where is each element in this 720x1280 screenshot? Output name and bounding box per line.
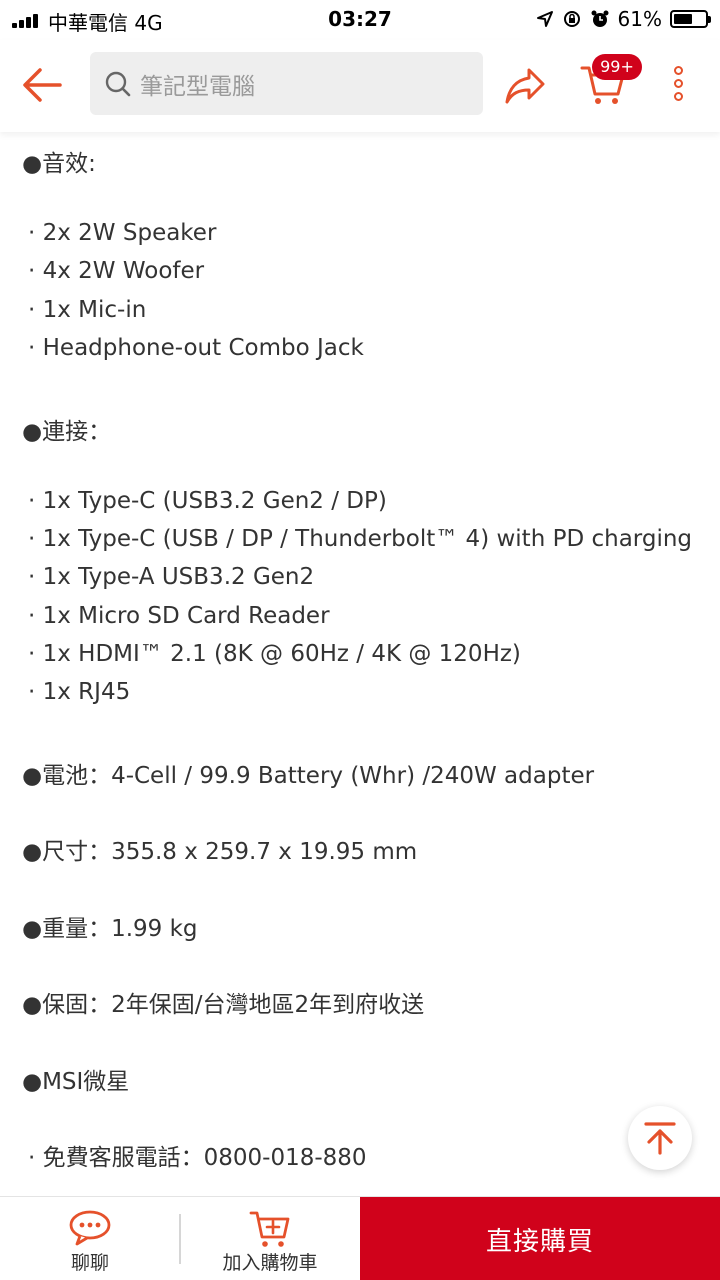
spec-item: · 4x 2W Woofer [28,258,205,284]
spec-item: · 1x Type-A USB3.2 Gen2 [28,564,315,590]
search-icon [105,71,131,96]
buy-now-button[interactable]: 直接購買 [360,1197,720,1280]
add-to-cart-button[interactable]: 加入購物車 [200,1197,340,1280]
more-icon [666,66,690,101]
spec-heading-dimensions: ●尺寸：355.8 x 259.7 x 19.95 mm [22,839,418,865]
chat-icon [69,1210,111,1246]
spec-item: · 1x RJ45 [28,679,131,705]
add-to-cart-label: 加入購物車 [222,1252,318,1274]
chat-label: 聊聊 [70,1252,109,1274]
rotation-lock-icon [563,11,580,27]
share-icon [505,68,545,104]
spec-item: · 1x Type-C (USB3.2 Gen2 / DP) [28,488,387,514]
spec-item: · 1x Micro SD Card Reader [28,603,330,629]
spec-heading-warranty: ●保固：2年保固/台灣地區2年到府收送 [22,992,425,1018]
more-options-button[interactable] [666,66,690,106]
top-navigation: 筆記型電腦 99+ [0,40,720,132]
spec-heading-brand: ●MSI微星 [22,1069,130,1095]
location-icon [536,11,553,27]
spec-item: · 1x HDMI™ 2.1 (8K @ 60Hz / 4K @ 120Hz) [28,641,521,667]
product-spec-content: ●音效: · 2x 2W Speaker · 4x 2W Woofer · 1x… [0,132,720,1196]
battery-level [674,14,693,24]
status-right-group: 61% [536,7,711,31]
spec-item: · 1x Type-C (USB / DP / Thunderbolt™ 4) … [28,526,693,552]
chat-button[interactable]: 聊聊 [40,1197,140,1280]
alarm-icon [591,10,609,27]
spec-item: · 1x Mic-in [28,297,147,323]
spec-item: · 2x 2W Speaker [28,220,217,246]
spec-item: · Headphone-out Combo Jack [28,335,364,361]
share-button[interactable] [503,64,547,108]
back-arrow-icon [23,68,62,102]
cart-count-badge: 99+ [592,54,642,80]
bottom-action-bar: 聊聊 加入購物車 直接購買 [0,1196,720,1280]
spec-heading-battery: ●電池：4-Cell / 99.9 Battery (Whr) /240W ad… [22,763,595,789]
spec-heading-weight: ●重量：1.99 kg [22,916,198,942]
add-cart-icon [249,1211,290,1247]
battery-percent: 61% [617,7,662,31]
search-placeholder: 筆記型電腦 [140,73,255,100]
back-to-top-button[interactable] [628,1106,692,1170]
spec-heading-connectivity: ●連接： [22,419,112,445]
back-button[interactable] [20,62,66,108]
status-bar: 中華電信 4G 03:27 61% [0,0,720,40]
spec-heading-audio: ●音效: [22,151,96,177]
battery-icon [670,10,711,28]
search-bar[interactable]: 筆記型電腦 [90,52,483,115]
spec-item-hotline: · 免費客服電話：0800-018-880 [28,1145,367,1171]
arrow-up-icon [644,1122,676,1155]
divider [179,1214,181,1264]
